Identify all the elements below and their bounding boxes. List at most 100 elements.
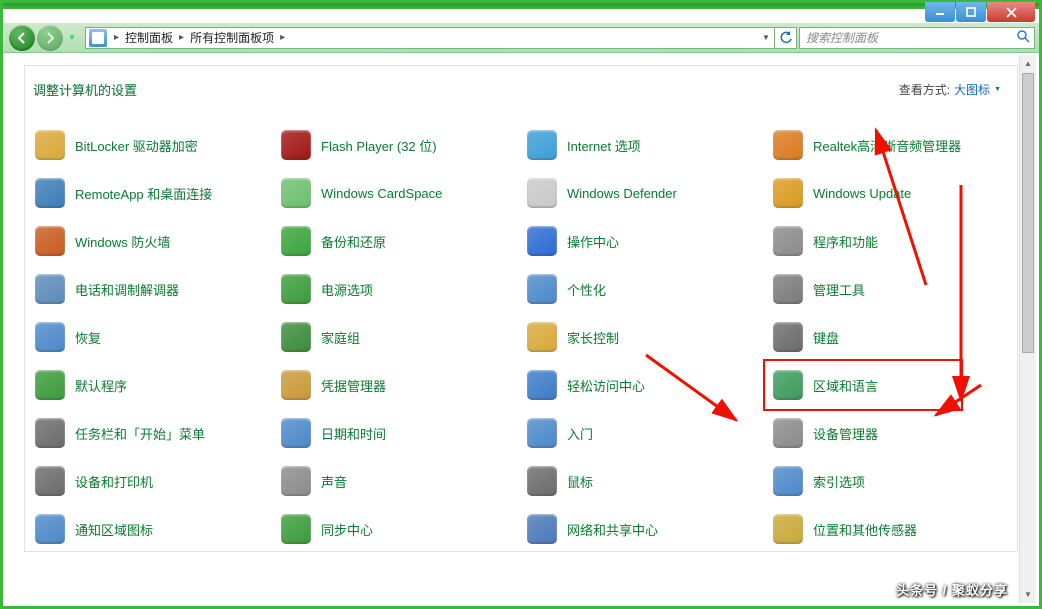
notification-icons-icon [33, 512, 67, 546]
credentials-icon [279, 368, 313, 402]
item-label: 家庭组 [321, 328, 360, 347]
control-panel-item[interactable]: 管理工具 [769, 265, 1015, 313]
control-panel-item[interactable]: 通知区域图标 [31, 505, 277, 551]
item-label: 操作中心 [567, 232, 619, 251]
breadcrumb: 控制面板 ▸ 所有控制面板项 ▸ [123, 29, 289, 46]
taskbar-icon [33, 416, 67, 450]
windows-update-icon [771, 176, 805, 210]
control-panel-item[interactable]: 设备管理器 [769, 409, 1015, 457]
control-panel-item[interactable]: 任务栏和「开始」菜单 [31, 409, 277, 457]
items-grid: BitLocker 驱动器加密 Flash Player (32 位)Intern… [25, 111, 1017, 551]
arrow-left-icon [15, 31, 29, 45]
view-mode-dropdown[interactable]: 大图标 ▼ [954, 81, 1001, 98]
scroll-up-button[interactable]: ▲ [1020, 55, 1036, 72]
control-panel-item[interactable]: 电源选项 [277, 265, 523, 313]
scroll-thumb[interactable] [1022, 73, 1034, 353]
getting-started-icon [525, 416, 559, 450]
address-bar[interactable]: ▸ 控制面板 ▸ 所有控制面板项 ▸ ▼ [85, 27, 797, 49]
search-input[interactable]: 搜索控制面板 [799, 27, 1035, 49]
internet-options-icon [525, 128, 559, 162]
address-dropdown[interactable]: ▼ [758, 33, 774, 42]
admin-tools-icon [771, 272, 805, 306]
control-panel-item[interactable]: 个性化 [523, 265, 769, 313]
item-label: 设备和打印机 [75, 472, 153, 491]
item-label: 入门 [567, 424, 593, 443]
control-panel-item[interactable]: 程序和功能 [769, 217, 1015, 265]
maximize-button[interactable] [956, 2, 986, 22]
item-label: 位置和其他传感器 [813, 520, 917, 539]
back-button[interactable] [9, 25, 35, 51]
scroll-down-button[interactable]: ▼ [1020, 586, 1036, 603]
control-panel-item[interactable]: Flash Player (32 位) [277, 121, 523, 169]
control-panel-item[interactable]: 设备和打印机 [31, 457, 277, 505]
breadcrumb-item[interactable]: 所有控制面板项 [188, 29, 276, 46]
phone-modem-icon [33, 272, 67, 306]
control-panel-item[interactable]: 恢复 [31, 313, 277, 361]
control-panel-item[interactable]: 区域和语言 [769, 361, 1015, 409]
item-label: Windows 防火墙 [75, 232, 170, 251]
control-panel-item[interactable]: 位置和其他传感器 [769, 505, 1015, 551]
item-label: 管理工具 [813, 280, 865, 299]
control-panel-item[interactable]: 默认程序 [31, 361, 277, 409]
control-panel-item[interactable]: Windows Defender [523, 169, 769, 217]
control-panel-item[interactable]: 备份和还原 [277, 217, 523, 265]
control-panel-item[interactable]: 网络和共享中心 [523, 505, 769, 551]
control-panel-item[interactable]: Windows Update [769, 169, 1015, 217]
control-panel-item[interactable]: 凭据管理器 [277, 361, 523, 409]
item-label: 恢复 [75, 328, 101, 347]
breadcrumb-item[interactable]: 控制面板 [123, 29, 175, 46]
view-label: 查看方式: [899, 81, 950, 98]
control-panel-item[interactable]: 电话和调制解调器 [31, 265, 277, 313]
search-icon[interactable] [1012, 29, 1034, 46]
control-panel-item[interactable]: 家长控制 [523, 313, 769, 361]
control-panel-item[interactable]: Internet 选项 [523, 121, 769, 169]
default-programs-icon [33, 368, 67, 402]
item-label: 家长控制 [567, 328, 619, 347]
item-label: Windows Update [813, 186, 911, 201]
control-panel-icon [89, 29, 107, 47]
close-button[interactable] [987, 2, 1035, 22]
item-label: Windows CardSpace [321, 186, 442, 201]
chevron-right-icon: ▸ [276, 32, 289, 43]
keyboard-icon [771, 320, 805, 354]
control-panel-item[interactable]: 日期和时间 [277, 409, 523, 457]
watermark: 头条号 / 聚蚁分享 [896, 580, 1008, 599]
item-label: 电话和调制解调器 [75, 280, 179, 299]
control-panel-item[interactable]: RemoteApp 和桌面连接 [31, 169, 277, 217]
search-placeholder: 搜索控制面板 [800, 29, 1012, 46]
control-panel-item[interactable]: Realtek高清晰音频管理器 [769, 121, 1015, 169]
minimize-button[interactable] [925, 2, 955, 22]
item-label: 区域和语言 [813, 376, 878, 395]
datetime-icon [279, 416, 313, 450]
power-options-icon [279, 272, 313, 306]
control-panel-item[interactable]: 入门 [523, 409, 769, 457]
homegroup-icon [279, 320, 313, 354]
control-panel-item[interactable]: 键盘 [769, 313, 1015, 361]
control-panel-item[interactable]: 声音 [277, 457, 523, 505]
control-panel-item[interactable]: 同步中心 [277, 505, 523, 551]
item-label: Windows Defender [567, 186, 677, 201]
item-label: RemoteApp 和桌面连接 [75, 184, 212, 203]
control-panel-item[interactable]: 索引选项 [769, 457, 1015, 505]
control-panel-item[interactable]: Windows 防火墙 [31, 217, 277, 265]
bitlocker-icon [33, 128, 67, 162]
item-label: 网络和共享中心 [567, 520, 658, 539]
control-panel-item[interactable]: 鼠标 [523, 457, 769, 505]
item-label: 同步中心 [321, 520, 373, 539]
ease-of-access-icon [525, 368, 559, 402]
page-title: 调整计算机的设置 [33, 80, 137, 99]
vertical-scrollbar[interactable]: ▲ ▼ [1019, 55, 1036, 603]
control-panel-item[interactable]: 轻松访问中心 [523, 361, 769, 409]
control-panel-item[interactable]: BitLocker 驱动器加密 [31, 121, 277, 169]
realtek-icon [771, 128, 805, 162]
refresh-button[interactable] [774, 28, 796, 48]
control-panel-item[interactable]: Windows CardSpace [277, 169, 523, 217]
history-dropdown[interactable]: ▼ [65, 25, 79, 51]
control-panel-item[interactable]: 操作中心 [523, 217, 769, 265]
personalization-icon [525, 272, 559, 306]
flash-icon [279, 128, 313, 162]
control-panel-item[interactable]: 家庭组 [277, 313, 523, 361]
forward-button[interactable] [37, 25, 63, 51]
chevron-down-icon: ▼ [994, 86, 1001, 93]
item-label: BitLocker 驱动器加密 [75, 136, 198, 155]
